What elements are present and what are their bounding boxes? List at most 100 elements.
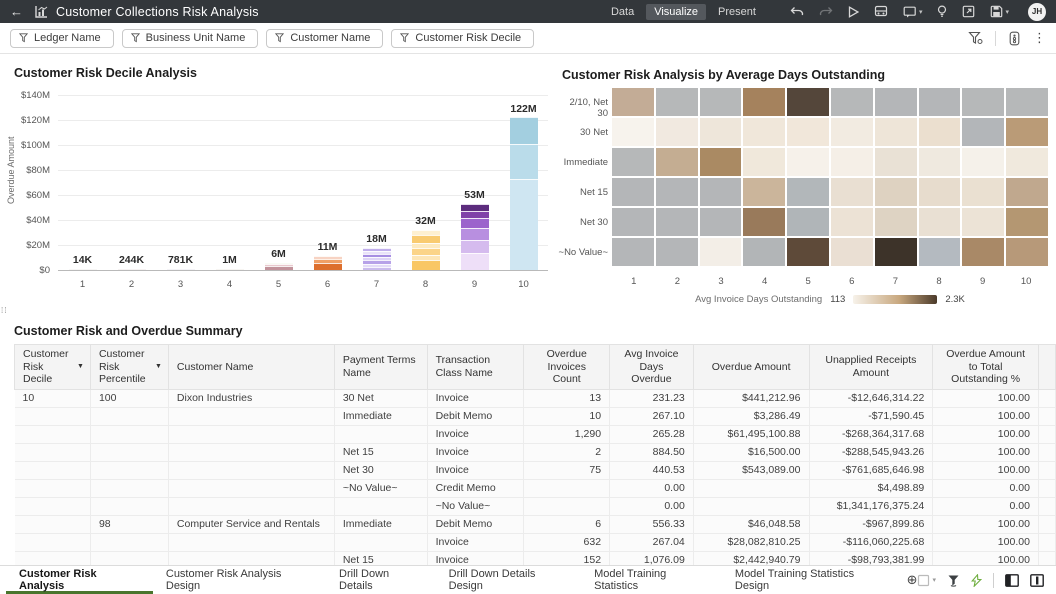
left-pane-toggle-icon[interactable]: [1005, 574, 1019, 587]
heat-cell-2/10, Net 30-7[interactable]: [875, 88, 917, 116]
canvas-filter-icon[interactable]: [947, 574, 960, 587]
sort-icon[interactable]: ▼: [77, 363, 84, 371]
heat-cell-2/10, Net 30-8[interactable]: [919, 88, 961, 116]
add-canvas-icon[interactable]: ⊕: [907, 572, 918, 588]
heat-cell-2/10, Net 30-3[interactable]: [700, 88, 742, 116]
heat-cell-~No Value~-4[interactable]: [743, 238, 785, 266]
column-header-avg-invoice-days-overdue[interactable]: Avg Invoice Days Overdue: [610, 345, 694, 390]
column-header-transaction-class-name[interactable]: Transaction Class Name: [427, 345, 524, 390]
heat-cell-Immediate-3[interactable]: [700, 148, 742, 176]
column-header-overdue-invoices-count[interactable]: Overdue Invoices Count: [524, 345, 610, 390]
heat-cell-Immediate-5[interactable]: [787, 148, 829, 176]
column-header-overdue-amount[interactable]: Overdue Amount: [693, 345, 809, 390]
heat-cell-30 Net-3[interactable]: [700, 118, 742, 146]
heat-cell-2/10, Net 30-5[interactable]: [787, 88, 829, 116]
heat-cell-30 Net-1[interactable]: [612, 118, 654, 146]
heat-cell-~No Value~-7[interactable]: [875, 238, 917, 266]
heat-cell-~No Value~-3[interactable]: [700, 238, 742, 266]
heat-cell-Net 30-9[interactable]: [962, 208, 1004, 236]
heat-cell-Net 15-2[interactable]: [656, 178, 698, 206]
column-header-customer-risk-decile[interactable]: Customer Risk Decile▼: [15, 345, 91, 390]
bar-decile-8[interactable]: [412, 230, 440, 270]
heat-cell-2/10, Net 30-6[interactable]: [831, 88, 873, 116]
bar-decile-4[interactable]: [216, 269, 244, 270]
auto-apply-icon[interactable]: [971, 574, 982, 587]
heat-cell-2/10, Net 30-1[interactable]: [612, 88, 654, 116]
heat-cell-Net 15-4[interactable]: [743, 178, 785, 206]
heat-cell-Net 15-1[interactable]: [612, 178, 654, 206]
more-options-icon[interactable]: ⋮: [1033, 30, 1046, 46]
heat-cell-30 Net-7[interactable]: [875, 118, 917, 146]
save-icon[interactable]: ▾: [990, 5, 1009, 18]
heat-cell-Net 15-7[interactable]: [875, 178, 917, 206]
heat-cell-~No Value~-2[interactable]: [656, 238, 698, 266]
heat-cell-Net 30-6[interactable]: [831, 208, 873, 236]
heat-cell-2/10, Net 30-2[interactable]: [656, 88, 698, 116]
heat-cell-Net 30-2[interactable]: [656, 208, 698, 236]
heat-cell-Immediate-9[interactable]: [962, 148, 1004, 176]
heat-cell-Net 30-5[interactable]: [787, 208, 829, 236]
bar-decile-3[interactable]: [167, 269, 195, 270]
insights-icon[interactable]: [937, 5, 947, 18]
filter-chip-customer-name[interactable]: Customer Name: [266, 29, 383, 48]
heat-cell-2/10, Net 30-4[interactable]: [743, 88, 785, 116]
heat-cell-Net 30-1[interactable]: [612, 208, 654, 236]
user-avatar[interactable]: JH: [1028, 3, 1046, 21]
panel-splitter[interactable]: ⁞⁞: [0, 309, 1056, 319]
heat-cell-30 Net-5[interactable]: [787, 118, 829, 146]
drag-handle-icon[interactable]: ⁞⁞: [1, 309, 7, 313]
right-pane-toggle-icon[interactable]: [1030, 574, 1044, 587]
heat-cell-2/10, Net 30-10[interactable]: [1006, 88, 1048, 116]
heat-cell-~No Value~-8[interactable]: [919, 238, 961, 266]
column-header-unapplied-receipts-amount[interactable]: Unapplied Receipts Amount: [809, 345, 933, 390]
mode-tab-visualize[interactable]: Visualize: [646, 4, 706, 20]
heat-cell-30 Net-6[interactable]: [831, 118, 873, 146]
heat-cell-~No Value~-9[interactable]: [962, 238, 1004, 266]
heat-cell-30 Net-4[interactable]: [743, 118, 785, 146]
heat-cell-Net 30-8[interactable]: [919, 208, 961, 236]
heat-cell-~No Value~-10[interactable]: [1006, 238, 1048, 266]
bar-decile-2[interactable]: [118, 269, 146, 270]
heat-cell-30 Net-9[interactable]: [962, 118, 1004, 146]
heat-cell-Immediate-6[interactable]: [831, 148, 873, 176]
canvas-tab-customer-risk-analysis[interactable]: Customer Risk Analysis: [6, 566, 153, 594]
redo-icon[interactable]: [819, 6, 833, 18]
mode-tab-data[interactable]: Data: [603, 4, 642, 20]
heat-cell-Immediate-4[interactable]: [743, 148, 785, 176]
heat-cell-Net 30-3[interactable]: [700, 208, 742, 236]
filter-chip-customer-risk-decile[interactable]: Customer Risk Decile: [391, 29, 534, 48]
column-header-customer-name[interactable]: Customer Name: [168, 345, 334, 390]
heat-cell-Net 15-5[interactable]: [787, 178, 829, 206]
heat-cell-Immediate-2[interactable]: [656, 148, 698, 176]
heat-cell-2/10, Net 30-9[interactable]: [962, 88, 1004, 116]
heat-cell-30 Net-8[interactable]: [919, 118, 961, 146]
undo-icon[interactable]: [790, 6, 804, 18]
bar-decile-6[interactable]: [314, 256, 342, 270]
bar-decile-10[interactable]: [510, 118, 538, 271]
column-header-overdue-amount-to-total-outstanding-[interactable]: Overdue Amount to Total Outstanding %: [933, 345, 1039, 390]
heat-cell-~No Value~-1[interactable]: [612, 238, 654, 266]
heat-cell-Net 15-6[interactable]: [831, 178, 873, 206]
bar-decile-7[interactable]: [363, 248, 391, 271]
heat-cell-~No Value~-5[interactable]: [787, 238, 829, 266]
heat-cell-30 Net-2[interactable]: [656, 118, 698, 146]
heat-cell-30 Net-10[interactable]: [1006, 118, 1048, 146]
heat-cell-Net 15-9[interactable]: [962, 178, 1004, 206]
back-icon[interactable]: ←: [10, 4, 23, 19]
heat-cell-Net 15-8[interactable]: [919, 178, 961, 206]
heat-cell-Immediate-8[interactable]: [919, 148, 961, 176]
heat-cell-Net 30-4[interactable]: [743, 208, 785, 236]
heat-cell-Net 15-10[interactable]: [1006, 178, 1048, 206]
mode-tab-present[interactable]: Present: [710, 4, 764, 20]
column-header-payment-terms-name[interactable]: Payment Terms Name: [334, 345, 427, 390]
canvas-tab-drill-down-details[interactable]: Drill Down Details: [326, 566, 436, 594]
add-filter-icon[interactable]: [968, 31, 983, 45]
heat-cell-Immediate-1[interactable]: [612, 148, 654, 176]
export-icon[interactable]: [962, 5, 975, 18]
bar-decile-9[interactable]: [461, 204, 489, 270]
column-header-spacer[interactable]: [1038, 345, 1055, 390]
canvas-tab-model-training-statistics[interactable]: Model Training Statistics: [581, 566, 722, 594]
canvas-layout-icon[interactable]: ▾: [917, 574, 936, 587]
heat-cell-Immediate-7[interactable]: [875, 148, 917, 176]
canvas-tab-customer-risk-analysis-design[interactable]: Customer Risk Analysis Design: [153, 566, 326, 594]
